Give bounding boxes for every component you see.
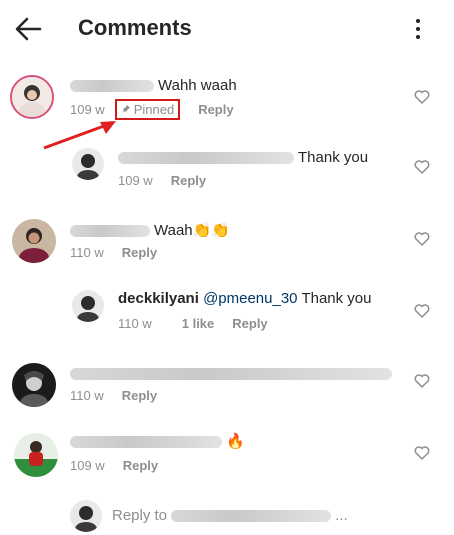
heart-icon[interactable] <box>414 304 430 318</box>
comment-time: 110 w <box>70 245 104 260</box>
comment-meta: 110 w Reply <box>70 388 157 403</box>
comment-item: deckkilyani @pmeenu_30 Thank you 110 w 1 … <box>0 286 454 338</box>
more-options-icon[interactable] <box>410 16 426 42</box>
comment-username[interactable]: deckkilyani <box>118 290 199 307</box>
reply-button[interactable]: Reply <box>122 245 157 260</box>
pinned-label: Pinned <box>133 102 175 117</box>
avatar[interactable] <box>10 75 54 119</box>
pinned-badge: Pinned <box>114 99 181 120</box>
comment-meta: 110 w Reply <box>70 245 157 260</box>
comment-body: Thank you <box>301 290 372 307</box>
reply-input-placeholder[interactable]: Reply to ... <box>112 507 348 524</box>
blurred-username <box>171 510 332 523</box>
blurred-username <box>70 80 154 93</box>
heart-icon[interactable] <box>414 232 430 246</box>
reply-input-bar[interactable]: Reply to ... <box>0 494 454 535</box>
reply-placeholder-text: Reply to <box>112 507 168 524</box>
comment-time: 109 w <box>70 458 105 473</box>
comment-body: Thank you <box>298 149 369 166</box>
avatar[interactable] <box>72 148 104 180</box>
back-arrow-icon[interactable] <box>14 16 42 42</box>
pin-icon <box>121 105 130 113</box>
heart-icon[interactable] <box>414 90 430 104</box>
app-header: Comments <box>0 0 454 58</box>
blurred-username <box>118 152 294 165</box>
comment-body: Waah👏👏 <box>154 222 230 239</box>
comment-text: Thank you <box>118 149 368 166</box>
page-title: Comments <box>78 15 192 40</box>
reply-placeholder-ellipsis: ... <box>335 507 348 524</box>
blurred-username <box>70 225 150 238</box>
reply-button[interactable]: Reply <box>171 173 206 188</box>
reply-button[interactable]: Reply <box>198 102 233 117</box>
reply-button[interactable]: Reply <box>122 388 157 403</box>
avatar[interactable] <box>72 290 104 322</box>
avatar[interactable] <box>12 363 56 407</box>
comment-meta: 109 w Pinned Reply <box>70 99 234 120</box>
avatar <box>70 500 102 532</box>
comment-time: 110 w <box>118 316 152 331</box>
avatar[interactable] <box>12 219 56 263</box>
comment-body: Wahh waah <box>158 77 237 94</box>
heart-icon[interactable] <box>414 446 430 460</box>
blurred-username <box>70 436 222 449</box>
heart-icon[interactable] <box>414 374 430 388</box>
reply-button[interactable]: Reply <box>123 458 158 473</box>
comment-text: Wahh waah <box>70 77 237 94</box>
likes-count[interactable]: 1 like <box>182 316 215 331</box>
comment-item: Waah👏👏 110 w Reply <box>0 214 454 270</box>
comment-text <box>70 365 396 382</box>
comment-item: 110 w Reply <box>0 358 454 414</box>
mention-link[interactable]: @pmeenu_30 <box>203 290 297 307</box>
comment-meta: 109 w Reply <box>70 458 158 473</box>
comment-body: 🔥 <box>226 433 245 450</box>
comment-text: Waah👏👏 <box>70 221 230 239</box>
blurred-comment <box>70 368 392 381</box>
comment-time: 109 w <box>70 102 105 117</box>
comment-item: Thank you 109 w Reply <box>0 144 454 194</box>
comment-text: 🔥 <box>70 432 245 450</box>
comment-meta: 109 w Reply <box>118 173 206 188</box>
heart-icon[interactable] <box>414 160 430 174</box>
comment-item: 🔥 109 w Reply <box>0 428 454 484</box>
reply-button[interactable]: Reply <box>232 316 267 331</box>
comment-meta: 110 w 1 like Reply <box>118 316 268 331</box>
comment-text: deckkilyani @pmeenu_30 Thank you <box>118 290 371 307</box>
avatar[interactable] <box>14 433 58 477</box>
comment-time: 110 w <box>70 388 104 403</box>
comment-time: 109 w <box>118 173 153 188</box>
